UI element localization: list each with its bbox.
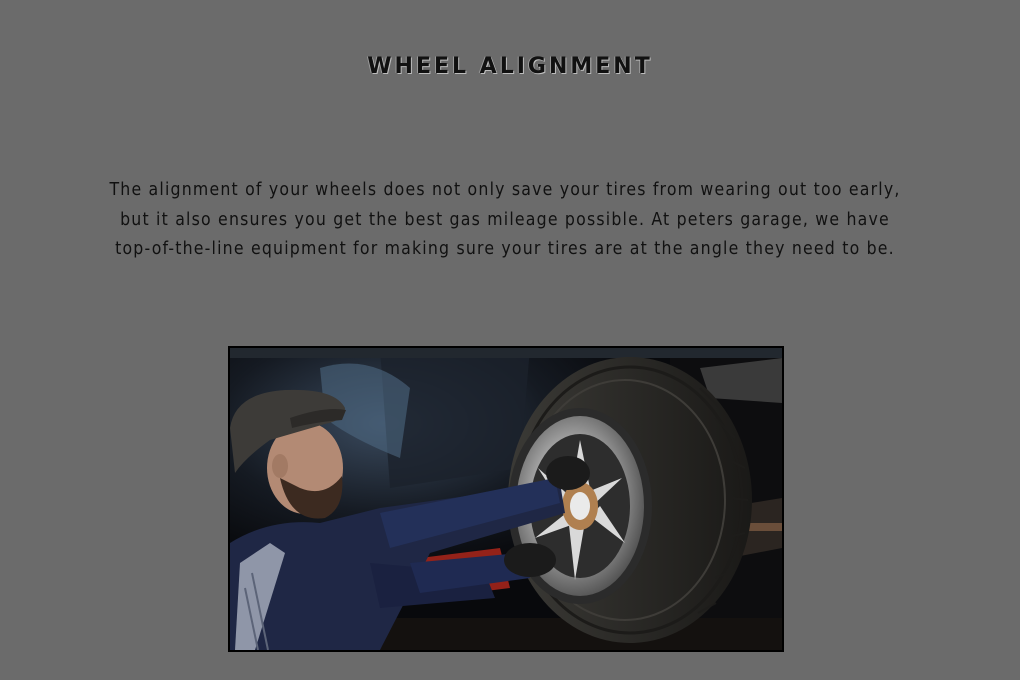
mechanic-wheel-photo	[228, 346, 784, 652]
mechanic-wheel-illustration	[230, 348, 782, 650]
page-title: WHEEL ALIGNMENT	[367, 54, 653, 79]
wheel-alignment-description: The alignment of your wheels does not on…	[109, 180, 901, 259]
